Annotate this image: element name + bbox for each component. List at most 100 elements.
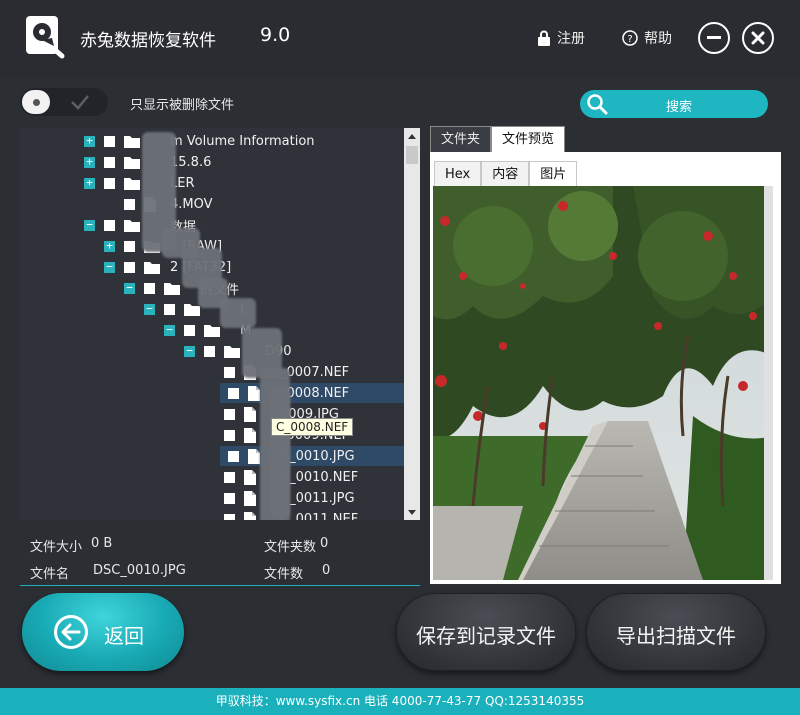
tree-row[interactable]: −M [164, 320, 251, 340]
tree-row[interactable]: _0008.NEF [220, 383, 404, 403]
row-checkbox[interactable] [144, 282, 155, 294]
preview-image [433, 186, 773, 580]
tree-row[interactable]: _0009.NEF [224, 425, 349, 445]
row-checkbox[interactable] [228, 387, 239, 399]
export-scan-label: 导出扫描文件 [616, 624, 736, 648]
row-checkbox[interactable] [104, 177, 115, 189]
row-checkbox[interactable] [164, 303, 175, 315]
expand-icon[interactable]: + [84, 135, 95, 147]
folder-count-value: 0 [320, 536, 329, 551]
folder-icon [124, 177, 140, 190]
row-checkbox[interactable] [224, 366, 235, 378]
folder-icon [144, 261, 160, 274]
expand-icon[interactable]: + [104, 240, 115, 252]
row-checkbox[interactable] [204, 345, 215, 357]
collapse-icon[interactable]: − [84, 219, 95, 231]
row-checkbox[interactable] [224, 429, 235, 441]
register-link[interactable]: 注册 [537, 28, 585, 48]
tree-row[interactable]: + LER [84, 173, 195, 193]
tree-row-label: 15.8.6 [170, 154, 212, 170]
row-checkbox[interactable] [224, 513, 235, 520]
collapse-icon[interactable]: − [164, 324, 175, 336]
footer: 甲驭科技：www.sysfix.cn 电话 4000-77-43-77 QQ:1… [0, 688, 800, 715]
lock-icon [538, 30, 550, 46]
row-checkbox[interactable] [124, 261, 135, 273]
size-label: 文件大小 [30, 540, 83, 555]
tree-row[interactable]: −2 [FAT32] [104, 257, 231, 277]
tree-row[interactable]: C_0010.JPG [220, 446, 404, 466]
close-icon [751, 31, 765, 45]
folder-icon [164, 282, 180, 295]
close-button[interactable] [742, 22, 774, 54]
divider [20, 585, 420, 586]
scroll-thumb[interactable] [406, 146, 418, 164]
scroll-down-icon[interactable] [404, 504, 420, 520]
tree-row[interactable]: C_0010.NEF [224, 467, 358, 487]
preview-scrollbar[interactable] [764, 186, 773, 580]
row-checkbox[interactable] [104, 135, 115, 147]
minimize-button[interactable] [698, 22, 730, 54]
row-checkbox[interactable] [104, 156, 115, 168]
collapse-icon[interactable]: − [184, 345, 195, 357]
tree-row-label: C_0010.NEF [280, 469, 359, 485]
tree-row[interactable]: C_0011.JPG [224, 488, 355, 508]
toggle-label: 只显示被删除文件 [130, 98, 235, 113]
file-icon [244, 490, 256, 506]
export-scan-button[interactable]: 导出扫描文件 [586, 593, 766, 671]
folder-icon [124, 135, 140, 148]
save-record-button[interactable]: 保存到记录文件 [396, 593, 576, 671]
row-checkbox[interactable] [224, 492, 235, 504]
file-tree[interactable]: + m Volume Information +15.8.6 + LER 4.MOV − 数据… [20, 128, 420, 520]
help-link[interactable]: ? 帮助 [622, 28, 672, 48]
subtab-content[interactable]: 内容 [481, 161, 530, 186]
back-button[interactable]: 返回 [22, 593, 184, 671]
deleted-only-toggle[interactable] [20, 88, 108, 116]
row-checkbox[interactable] [124, 198, 135, 210]
row-checkbox[interactable] [184, 324, 195, 336]
file-icon [248, 385, 260, 401]
back-arrow-icon [54, 615, 88, 649]
folder-icon [124, 156, 140, 169]
back-label: 返回 [104, 624, 144, 648]
expand-icon[interactable]: + [84, 177, 95, 189]
tab-folder[interactable]: 文件夹 [430, 126, 492, 152]
drive-hammer-icon [26, 16, 65, 59]
size-value: 0 B [91, 536, 113, 551]
tree-row[interactable]: + m Volume Information [84, 131, 315, 151]
row-checkbox[interactable] [228, 450, 239, 462]
tree-row[interactable]: C_0011.NEF [224, 509, 358, 520]
tab-file-preview[interactable]: 文件预览 [491, 126, 566, 152]
help-icon: ? [622, 30, 638, 46]
tree-row[interactable]: − 数据 [84, 215, 196, 235]
file-icon [244, 469, 256, 485]
row-checkbox[interactable] [224, 471, 235, 483]
collapse-icon[interactable]: − [124, 282, 135, 294]
expand-icon[interactable]: + [84, 156, 95, 168]
svg-text:?: ? [627, 34, 632, 45]
file-count-value: 0 [322, 563, 331, 578]
subtab-hex[interactable]: Hex [434, 161, 482, 186]
redaction-blur [270, 388, 290, 518]
tree-row-label: C_0011.JPG [280, 490, 355, 506]
tree-row-label: C_0011.NEF [280, 511, 359, 521]
folder-icon [224, 345, 240, 358]
collapse-icon[interactable]: − [104, 261, 115, 273]
row-checkbox[interactable] [104, 219, 115, 231]
check-icon [71, 95, 89, 110]
search-button[interactable]: 搜索 [580, 90, 768, 118]
row-checkbox[interactable] [124, 240, 135, 252]
app-title: 赤兔数据恢复软件 [80, 31, 216, 51]
help-label: 帮助 [644, 31, 672, 47]
filename-tooltip: C_0008.NEF [271, 418, 354, 436]
row-checkbox[interactable] [224, 408, 235, 420]
folder-count-label: 文件夹数 [264, 540, 317, 555]
collapse-icon[interactable]: − [144, 303, 155, 315]
scroll-up-icon[interactable] [404, 128, 420, 144]
tree-row[interactable]: −D90 [184, 341, 292, 361]
tree-row[interactable]: −的文件 [124, 278, 239, 298]
filename-label: 文件名 [30, 567, 70, 582]
subtab-image[interactable]: 图片 [529, 161, 578, 186]
tree-scrollbar[interactable] [404, 128, 420, 520]
tree-row[interactable]: 0009.JPG [224, 404, 339, 424]
tree-row[interactable]: +15.8.6 [84, 152, 211, 172]
